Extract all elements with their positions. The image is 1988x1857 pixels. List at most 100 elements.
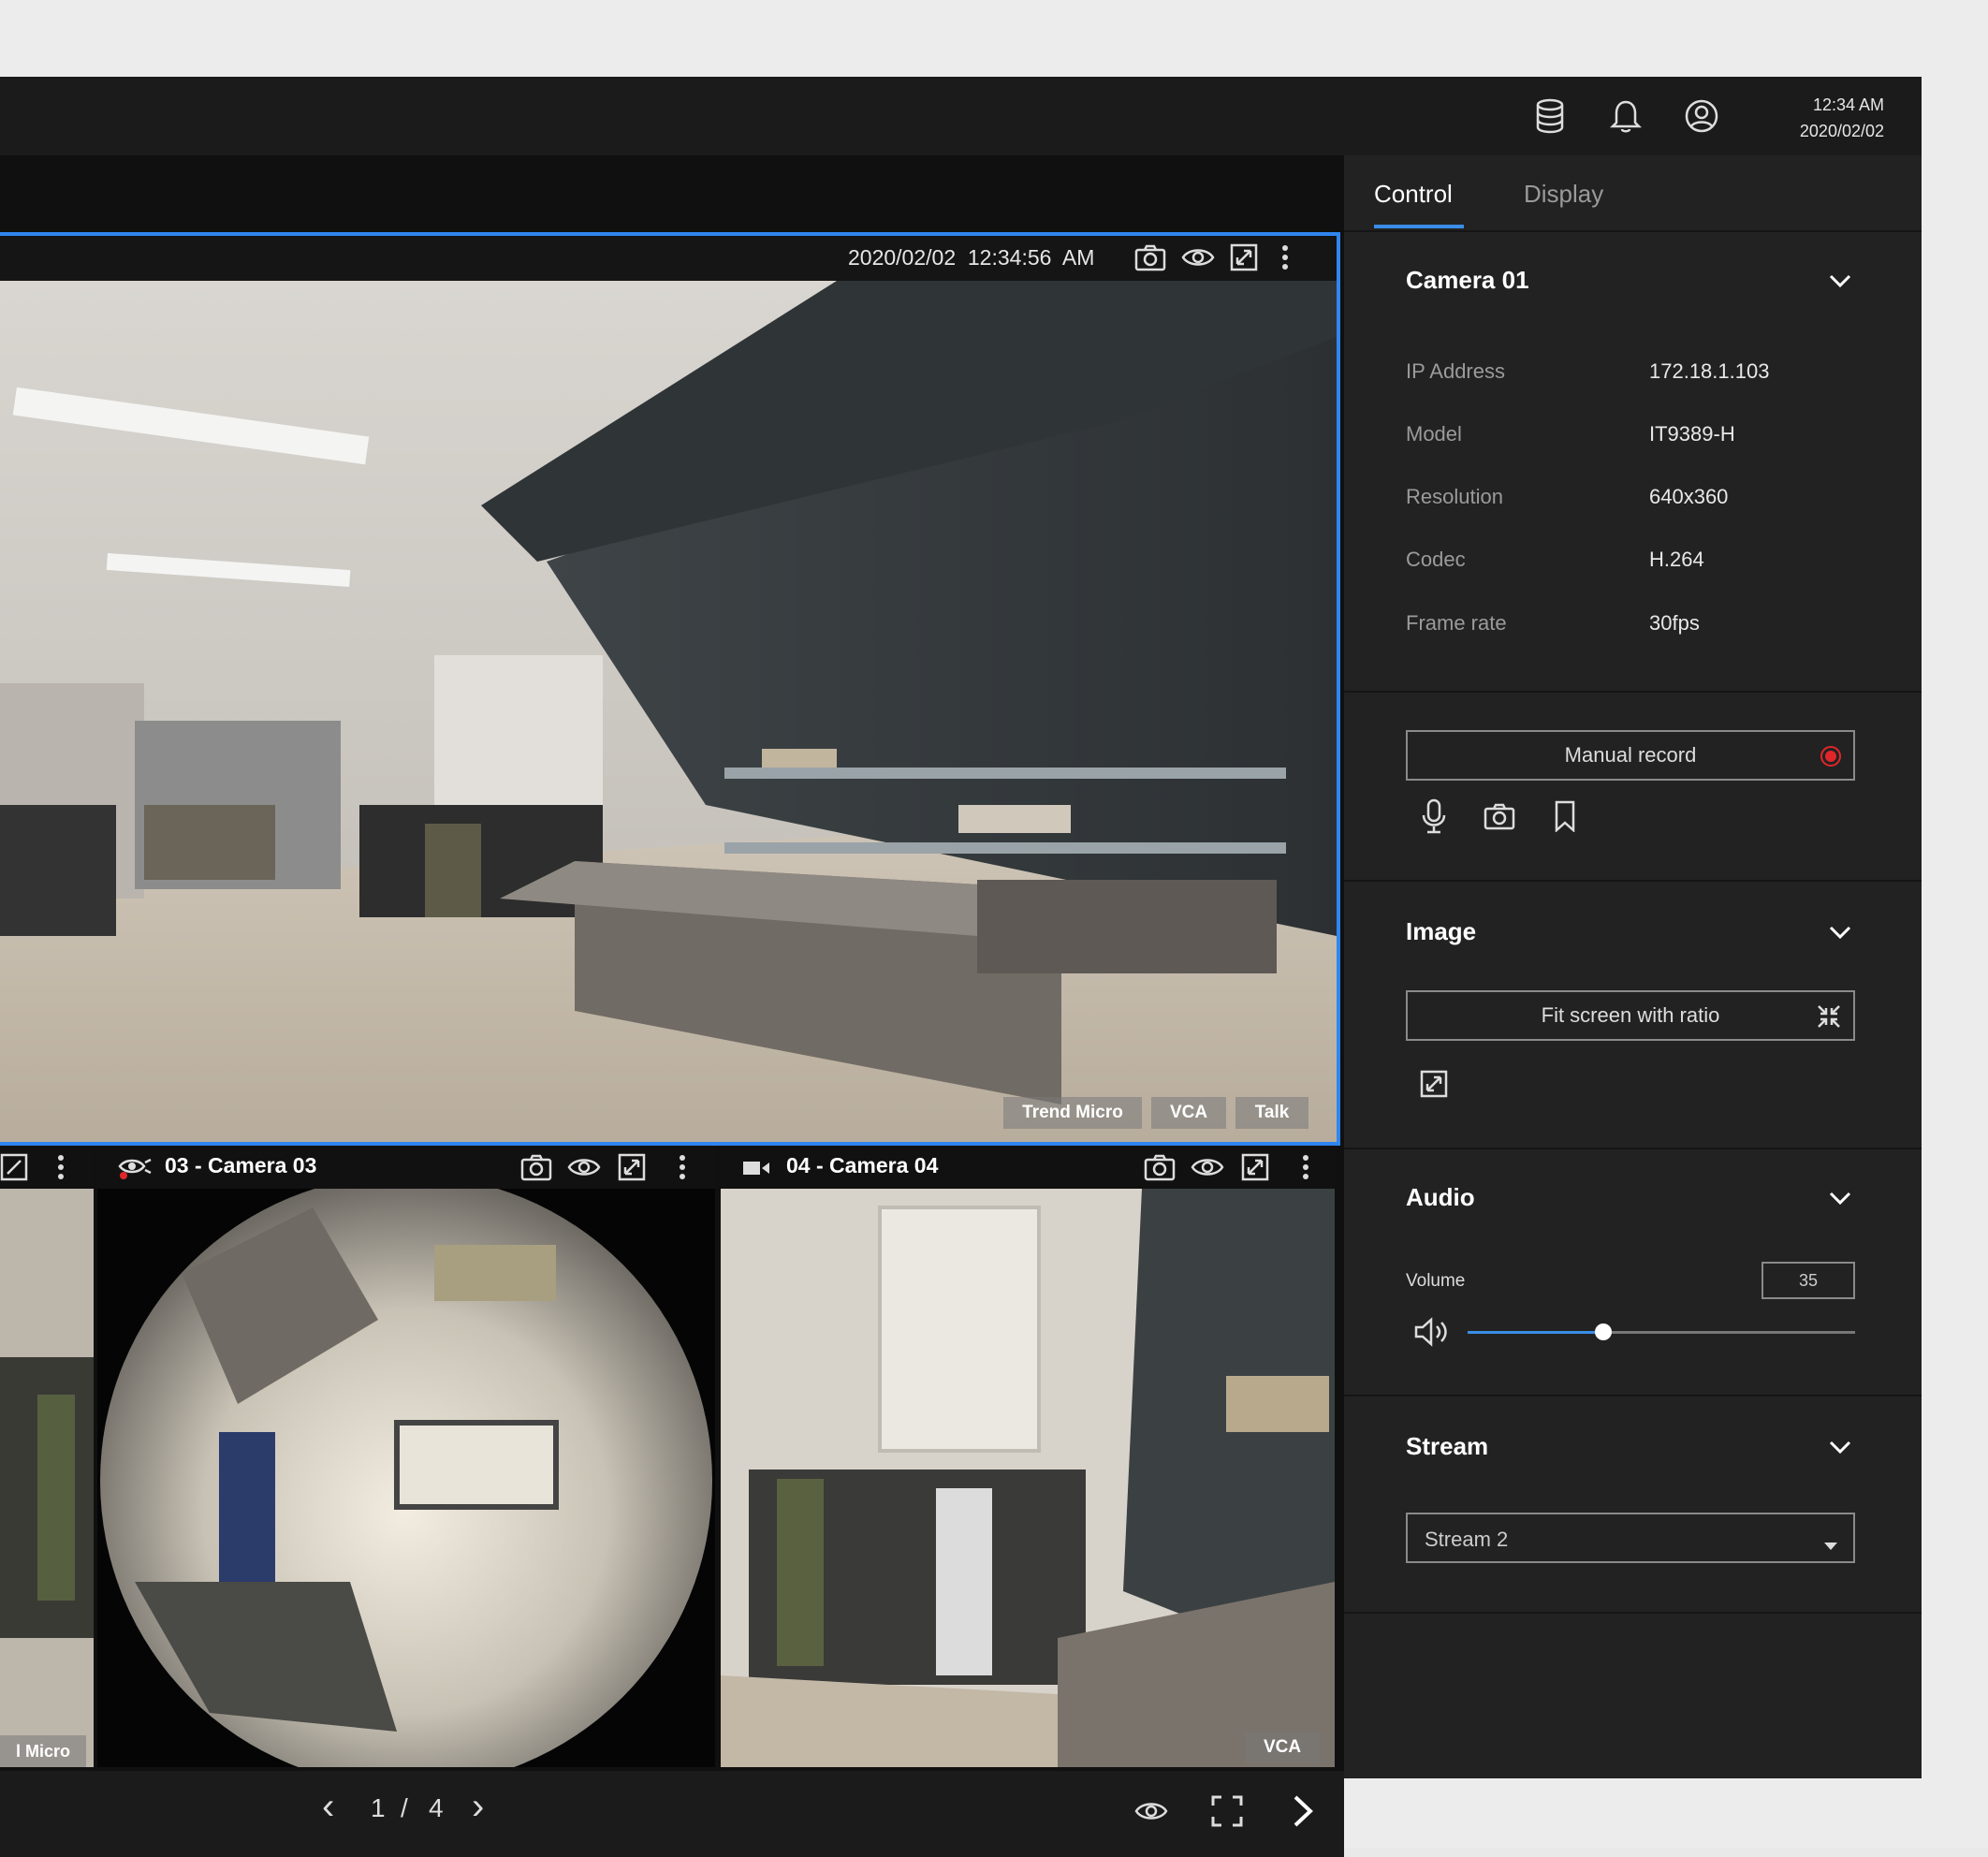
info-value: IT9389-H: [1649, 422, 1735, 446]
right-panel: Control Display Camera 01 IP Address 172…: [1344, 155, 1922, 1778]
stream-selected-value: Stream 2: [1425, 1528, 1509, 1551]
more-options-icon[interactable]: [1301, 1153, 1310, 1186]
chevron-right-icon[interactable]: [1292, 1793, 1314, 1834]
fit-window-icon[interactable]: [1415, 1065, 1453, 1103]
image-section: Image Fit screen with ratio: [1344, 882, 1922, 1149]
info-value: 30fps: [1649, 611, 1700, 635]
camera-02-image: [0, 1189, 94, 1767]
tile-header: 04 - Camera 04: [721, 1146, 1335, 1189]
camera-tile-03[interactable]: 03 - Camera 03: [97, 1146, 715, 1767]
section-title: Image: [1406, 917, 1477, 945]
fit-window-icon[interactable]: [0, 1153, 28, 1186]
info-value: 640x360: [1649, 485, 1729, 508]
camera-icon[interactable]: [1481, 797, 1518, 835]
volume-slider[interactable]: [1468, 1323, 1855, 1340]
tab-control[interactable]: Control: [1374, 180, 1453, 209]
chevron-down-icon[interactable]: [1825, 917, 1855, 947]
main-camera-view[interactable]: 2020/02/02 12:34:56 AM Trend Micro VCA T…: [0, 232, 1340, 1146]
fit-screen-label: Fit screen with ratio: [1541, 1003, 1720, 1027]
section-title: Camera 01: [1406, 266, 1529, 294]
stream-section: Stream Stream 2: [1344, 1396, 1922, 1614]
page-current: 1: [371, 1793, 386, 1822]
tile-header: 03 - Camera 03: [97, 1146, 715, 1189]
main-camera-image: Trend Micro VCA Talk: [0, 281, 1337, 1142]
info-label: Model: [1406, 422, 1462, 446]
camera-tile-04[interactable]: 04 - Camera 04 VCA: [721, 1146, 1335, 1767]
info-value: 172.18.1.103: [1649, 359, 1770, 383]
chevron-down-icon[interactable]: [1825, 1183, 1855, 1213]
fit-window-icon[interactable]: [1241, 1153, 1269, 1186]
camera-04-image: [721, 1189, 1335, 1767]
trend-micro-button[interactable]: Trend Micro: [1003, 1097, 1142, 1129]
more-options-icon[interactable]: [678, 1153, 687, 1186]
vca-button[interactable]: VCA: [1245, 1732, 1320, 1763]
chevron-down-icon[interactable]: [1825, 266, 1855, 296]
tab-display[interactable]: Display: [1524, 180, 1603, 209]
eye-icon[interactable]: [567, 1153, 601, 1186]
page-total: 4: [429, 1793, 444, 1822]
active-tab-indicator: [1374, 225, 1464, 228]
camera-03-fisheye-image: [97, 1175, 715, 1767]
talk-button[interactable]: Talk: [1235, 1097, 1308, 1129]
device-frame: 12:34 AM 2020/02/02 2020/02/02 12:34:56 …: [0, 0, 1988, 1857]
eye-icon[interactable]: [1191, 1153, 1224, 1186]
chevron-down-icon[interactable]: [1825, 1432, 1855, 1462]
more-options-icon[interactable]: [56, 1153, 66, 1186]
main-camera-header: 2020/02/02 12:34:56 AM: [0, 236, 1337, 281]
vca-button[interactable]: VCA: [1151, 1097, 1226, 1129]
volume-input[interactable]: 35: [1761, 1262, 1855, 1299]
fullscreen-icon[interactable]: [1211, 1795, 1243, 1832]
volume-label: Volume: [1406, 1271, 1466, 1291]
fit-window-icon[interactable]: [618, 1153, 646, 1186]
camera-tile-02[interactable]: l Micro: [0, 1146, 94, 1767]
snapshot-icon[interactable]: [1134, 243, 1166, 276]
info-label: Resolution: [1406, 485, 1503, 508]
stream-select[interactable]: Stream 2: [1406, 1513, 1855, 1563]
speaker-icon[interactable]: [1413, 1316, 1451, 1353]
page-separator: /: [401, 1793, 408, 1822]
tile-title: 03 - Camera 03: [165, 1153, 317, 1177]
snapshot-icon[interactable]: [520, 1153, 552, 1186]
clock-date: 2020/02/02: [1799, 122, 1884, 140]
bookmark-icon[interactable]: [1546, 797, 1584, 835]
eye-icon[interactable]: [1134, 1797, 1168, 1830]
dropdown-arrow-icon: [1823, 1533, 1838, 1557]
previous-page-button[interactable]: ‹: [322, 1786, 334, 1828]
bell-icon[interactable]: [1607, 97, 1644, 135]
bezel-top: [0, 0, 1988, 77]
camera-info-section: Camera 01 IP Address 172.18.1.103 Model …: [1344, 232, 1922, 693]
more-options-icon[interactable]: [1280, 243, 1290, 276]
trend-micro-button[interactable]: l Micro: [0, 1735, 86, 1767]
record-section: Manual record: [1344, 693, 1922, 882]
fit-window-icon[interactable]: [1230, 243, 1258, 276]
audio-section: Audio Volume 35: [1344, 1149, 1922, 1396]
record-dot-icon: [1820, 745, 1842, 773]
collapse-arrows-icon: [1816, 1003, 1842, 1035]
volume-slider-knob[interactable]: [1594, 1323, 1612, 1340]
video-grid: 2020/02/02 12:34:56 AM Trend Micro VCA T…: [0, 155, 1344, 1857]
tile-title: 04 - Camera 04: [786, 1153, 939, 1177]
database-icon[interactable]: [1531, 97, 1569, 135]
manual-record-button[interactable]: Manual record: [1406, 730, 1855, 781]
clock-time: 12:34 AM: [1812, 95, 1884, 114]
user-icon[interactable]: [1683, 97, 1720, 135]
clock: 12:34 AM 2020/02/02: [1800, 92, 1884, 144]
panel-tabs: Control Display: [1344, 155, 1922, 232]
info-label: IP Address: [1406, 359, 1505, 383]
video-camera-icon: [741, 1157, 771, 1184]
manual-record-label: Manual record: [1564, 743, 1697, 767]
next-page-button[interactable]: ›: [472, 1786, 484, 1828]
fisheye-camera-icon: [118, 1155, 152, 1186]
microphone-icon[interactable]: [1415, 797, 1453, 835]
section-title: Audio: [1406, 1183, 1475, 1211]
section-title: Stream: [1406, 1432, 1489, 1460]
camera-timestamp: 2020/02/02 12:34:56 AM: [848, 245, 1095, 270]
bezel-right: [1922, 77, 1988, 1778]
info-value: H.264: [1649, 548, 1704, 571]
info-label: Frame rate: [1406, 611, 1507, 635]
surveillance-app: 12:34 AM 2020/02/02 2020/02/02 12:34:56 …: [0, 77, 1922, 1857]
eye-icon[interactable]: [1181, 243, 1215, 276]
snapshot-icon[interactable]: [1144, 1153, 1176, 1186]
fit-screen-button[interactable]: Fit screen with ratio: [1406, 990, 1855, 1041]
tile-header: [0, 1146, 94, 1189]
